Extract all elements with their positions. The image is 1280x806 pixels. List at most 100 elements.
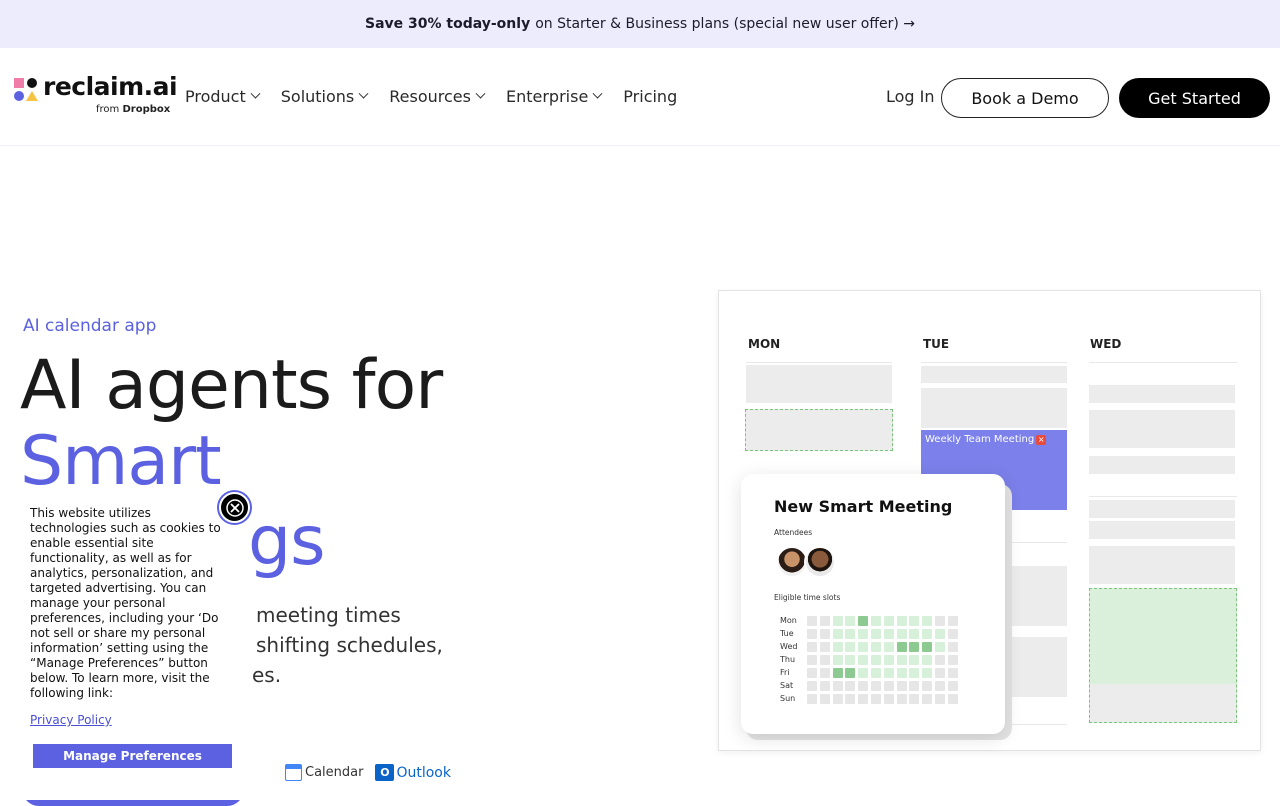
nav-product[interactable]: Product [185, 87, 261, 106]
time-slot-cell [871, 681, 881, 691]
nav-enterprise[interactable]: Enterprise [506, 87, 603, 106]
time-slot-cell [947, 642, 958, 652]
time-slot-cell [922, 629, 933, 639]
calendar-event-block [1089, 456, 1235, 474]
time-slot-cell [883, 694, 894, 704]
time-slot-cell [909, 694, 920, 704]
time-slot-cell [935, 681, 945, 691]
time-slot-cell [896, 655, 907, 665]
time-slot-cell [858, 681, 869, 691]
logo-mark-icon [14, 78, 40, 104]
calendar-event-block [921, 388, 1067, 428]
privacy-policy-link[interactable]: Privacy Policy [30, 713, 112, 727]
time-slot-cell [922, 694, 933, 704]
time-slot-cell [947, 616, 958, 626]
time-slot-cell [896, 681, 907, 691]
time-slot-cell [883, 629, 894, 639]
grid-day-label: Thu [780, 655, 796, 664]
grid-day-label: Fri [780, 668, 790, 677]
time-slot-cell [909, 655, 920, 665]
time-slot-cell [832, 655, 843, 665]
time-slot-cell [883, 668, 894, 678]
time-slot-cell [947, 681, 958, 691]
chevron-down-icon [250, 88, 261, 99]
time-slot-cell [832, 629, 843, 639]
promo-banner[interactable]: Save 30% today-only on Starter & Busines… [0, 0, 1280, 48]
time-slot-cell [832, 694, 843, 704]
time-slot-cell [807, 694, 817, 704]
divider [921, 362, 1067, 363]
time-slot-cell [935, 616, 945, 626]
time-slot-cell [883, 681, 894, 691]
time-slot-cell [845, 668, 856, 678]
outlook-icon: O [375, 764, 395, 781]
nav-resources[interactable]: Resources [389, 87, 486, 106]
time-slot-cell [896, 629, 907, 639]
time-slot-cell [947, 629, 958, 639]
time-slot-cell [909, 642, 920, 652]
hero-title-line2: Smart [20, 422, 222, 501]
hero-eyebrow: AI calendar app [23, 316, 157, 336]
grid-day-label: Mon [780, 616, 797, 625]
time-slot-cell [947, 694, 958, 704]
google-calendar-icon [285, 764, 302, 781]
time-slot-cell [896, 694, 907, 704]
time-slot-cell [883, 616, 894, 626]
time-slot-cell [909, 681, 920, 691]
day-label-mon: MON [748, 337, 781, 351]
time-slot-cell [858, 694, 869, 704]
promo-text: on Starter & Business plans (special new… [535, 16, 915, 32]
suggested-meeting-slot [1089, 588, 1237, 723]
outlook-badge: O Outlook [375, 764, 451, 781]
time-slot-cell [896, 668, 907, 678]
chevron-down-icon [592, 88, 603, 99]
time-slot-cell [807, 616, 817, 626]
time-slot-cell [935, 694, 945, 704]
nav-solutions[interactable]: Solutions [281, 87, 369, 106]
calendar-event-block [1089, 500, 1235, 518]
nav-pricing[interactable]: Pricing [623, 87, 677, 106]
time-slot-cell [883, 655, 894, 665]
time-slot-cell [871, 668, 881, 678]
time-slot-cell [819, 681, 830, 691]
time-slot-cell [819, 616, 830, 626]
close-icon: × [1036, 435, 1047, 445]
time-slot-cell [896, 642, 907, 652]
attendees-label: Attendees [774, 528, 813, 537]
avatar [804, 546, 836, 578]
calendar-event-block [1006, 637, 1067, 697]
hero-title-line1: AI agents for [20, 346, 443, 425]
time-slot-cell [819, 668, 830, 678]
time-slot-cell [858, 668, 869, 678]
cookie-text: This website utilizes technologies such … [30, 506, 221, 700]
time-slot-cell [935, 668, 945, 678]
time-slot-cell [922, 642, 933, 652]
time-slot-cell [845, 655, 856, 665]
modal-title: New Smart Meeting [774, 497, 953, 516]
site-header: reclaim.ai from Dropbox Product Solution… [0, 48, 1280, 146]
eligible-slots-label: Eligible time slots [774, 593, 841, 602]
calendar-event-block [1089, 410, 1235, 448]
manage-preferences-button[interactable]: Manage Preferences [33, 744, 232, 768]
google-calendar-badge: Calendar [285, 764, 363, 781]
cookie-close-button[interactable] [219, 492, 250, 523]
time-slot-cell [819, 629, 830, 639]
grid-day-label: Sun [780, 694, 796, 703]
time-slot-cell [883, 642, 894, 652]
time-slot-cell [845, 642, 856, 652]
time-slot-cell [858, 629, 869, 639]
time-slot-cell [909, 668, 920, 678]
time-slot-cell [871, 629, 881, 639]
get-started-button[interactable]: Get Started [1119, 78, 1270, 118]
time-slot-cell [845, 694, 856, 704]
time-slot-cell [807, 642, 817, 652]
grid-day-label: Tue [780, 629, 794, 638]
login-link[interactable]: Log In [886, 87, 935, 106]
main-nav: Product Solutions Resources Enterprise P… [185, 87, 699, 106]
reclaim-logo[interactable]: reclaim.ai from Dropbox [14, 72, 178, 120]
book-demo-button[interactable]: Book a Demo [941, 78, 1109, 118]
suggested-slot [745, 409, 893, 451]
time-slot-cell [871, 616, 881, 626]
time-slot-cell [922, 655, 933, 665]
time-slot-cell [909, 616, 920, 626]
